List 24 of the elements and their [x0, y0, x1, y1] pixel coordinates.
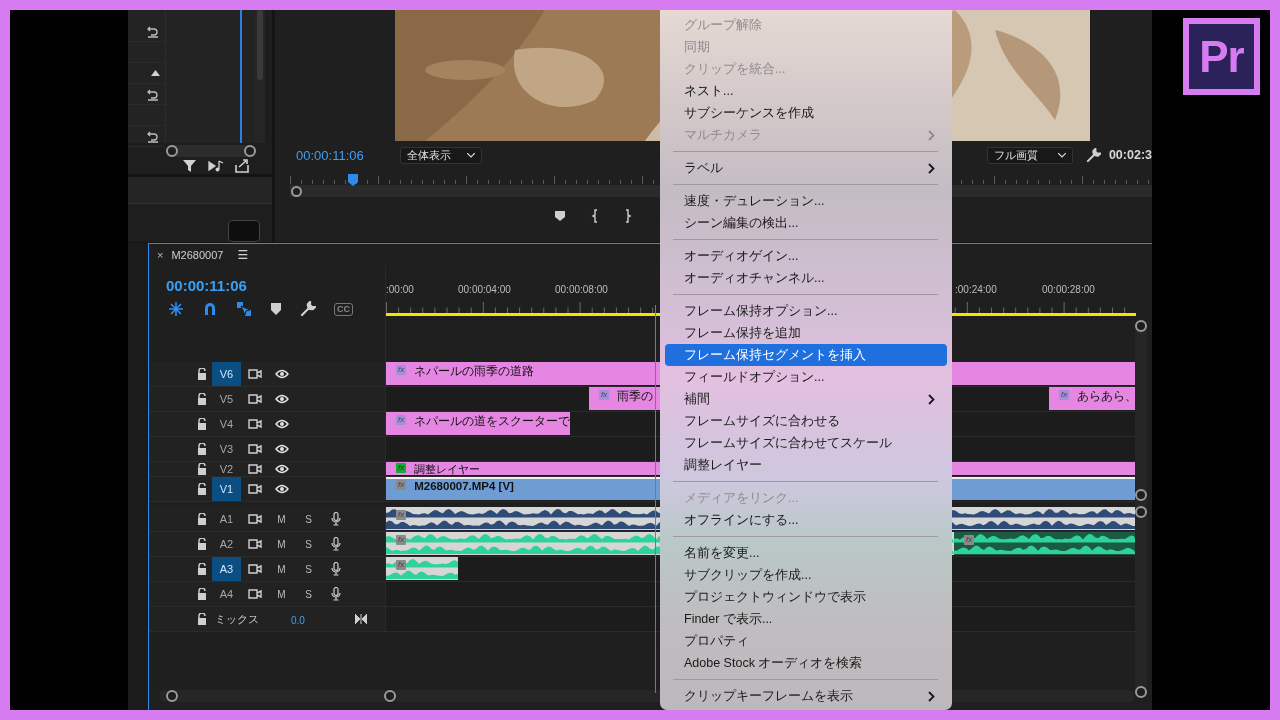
effect-badge: fx: [396, 365, 407, 375]
effect-badge: fx: [396, 560, 407, 570]
effect-badge: fx: [396, 535, 407, 545]
effect-badge: fx: [396, 480, 407, 490]
time-label: 00:00:28:00: [1042, 284, 1095, 295]
effect-badge: fx: [1059, 390, 1070, 400]
time-label: :00:24:00: [955, 284, 997, 295]
effect-badge: fx: [599, 390, 610, 400]
track-label: ミックス: [214, 611, 260, 627]
time-label: 00:00:04:00: [458, 284, 511, 295]
clip-name: 調整レイヤー: [414, 463, 481, 475]
effect-badge: fx: [964, 535, 975, 545]
clip-name: 雨季の: [617, 390, 654, 403]
clip-name: ネパールの雨季の道路: [414, 365, 535, 378]
clip-name: M2680007.MP4 [V]: [414, 480, 514, 493]
clip-name: あらあら、: [1077, 390, 1135, 403]
clip-name: ネパールの道をスクーターで: [414, 415, 570, 428]
duration-timecode: 00:02:3: [1108, 148, 1152, 162]
effect-badge: fx: [396, 415, 407, 425]
app-logo: Pr: [1183, 18, 1260, 95]
effect-badge: fx: [396, 463, 407, 473]
time-label: 00:00:08:00: [555, 284, 608, 295]
effect-badge: fx: [396, 510, 407, 520]
time-label: :00:00: [386, 284, 414, 295]
